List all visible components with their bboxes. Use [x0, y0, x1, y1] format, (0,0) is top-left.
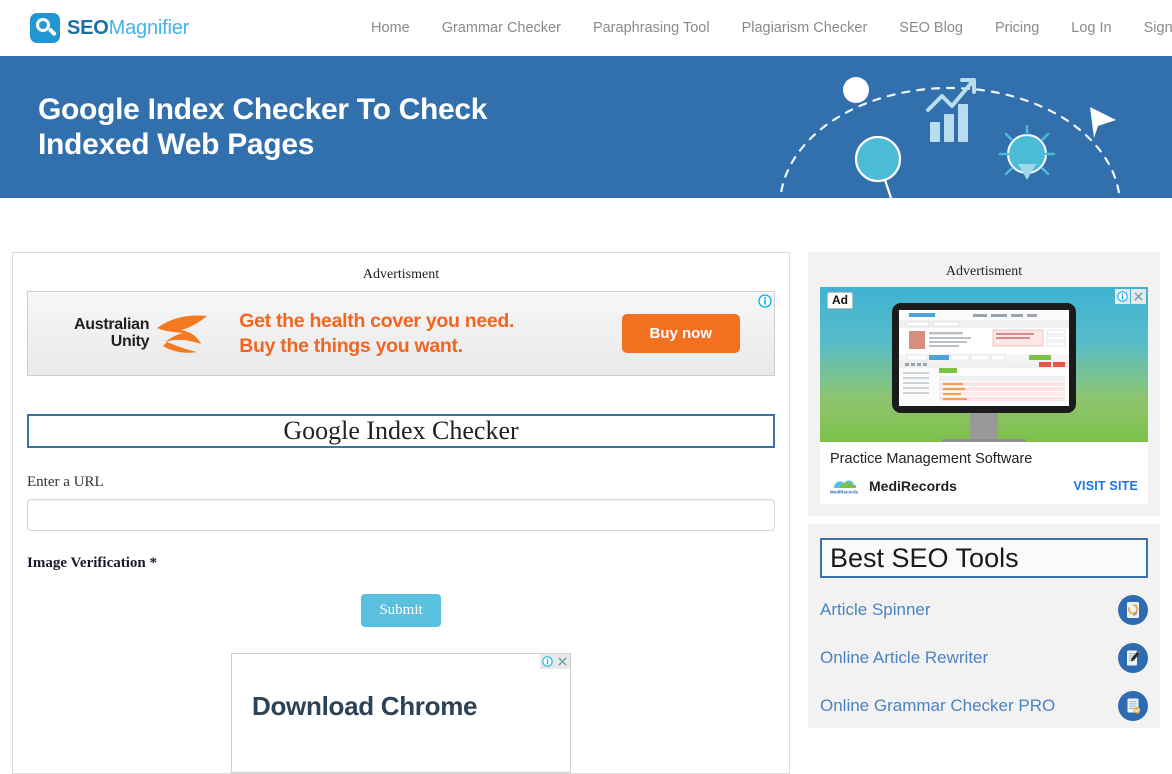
medirecords-logo-icon: MediRecords [830, 477, 862, 495]
ad-headline-line-2: Buy the things you want. [239, 334, 463, 357]
tool-title: Google Index Checker [283, 416, 519, 445]
tool-title-box: Google Index Checker [27, 414, 775, 448]
hero-lightbulb-icon [998, 124, 1056, 180]
nav-item-pricing[interactable]: Pricing [979, 20, 1055, 36]
ad-headline: Get the health cover you need. Buy the t… [239, 309, 514, 358]
hero-balloon-icon [854, 135, 902, 198]
sidebar-advertisement[interactable]: Ad Practice Management Software MediReco… [820, 287, 1148, 504]
sidebar-advertisement-label: Advertisment [945, 264, 1023, 279]
list-item[interactable]: Article Spinner [820, 594, 1148, 626]
article-spinner-icon [1118, 595, 1148, 626]
ad-headline-line-1: Get the health cover you need. [239, 310, 515, 333]
page-body: Advertisment Australian Unity Get the he… [0, 252, 1172, 774]
au-brand-line-2: Unity [110, 332, 150, 350]
hero-decoration [779, 77, 1121, 198]
banner-advertisement[interactable]: Australian Unity Get the health cover yo… [27, 291, 775, 376]
tool-link-online-article-rewriter[interactable]: Online Article Rewriter [820, 648, 1118, 668]
close-icon[interactable] [555, 654, 570, 669]
ad-tag: Ad [827, 292, 853, 309]
hero-circle-icon [843, 77, 869, 103]
chrome-ad-title: Download Chrome [252, 691, 478, 721]
tool-link-article-spinner[interactable]: Article Spinner [820, 600, 1118, 620]
nav-item-log-in[interactable]: Log In [1055, 20, 1127, 36]
adchoices-info-icon[interactable] [1115, 289, 1130, 304]
best-seo-tools-title-box: Best SEO Tools [820, 538, 1148, 579]
chrome-ad-controls [540, 654, 570, 669]
sidebar-ad-headline: Practice Management Software [830, 451, 1033, 467]
chrome-extension-advertisement[interactable]: Download Chrome [231, 653, 571, 773]
list-item[interactable]: Online Article Rewriter [820, 642, 1148, 674]
sidebar-ad-controls [1115, 289, 1146, 304]
sidebar-ad-footer: MediRecords MediRecords VISIT SITE [820, 471, 1148, 504]
page-title-line-2: Indexed Web Pages [38, 128, 315, 162]
hero-cursor-icon [1090, 107, 1116, 138]
sidebar-ad-brand: MediRecords [869, 477, 957, 494]
url-field-label: Enter a URL [27, 474, 104, 490]
nav-item-plagiarism-checker[interactable]: Plagiarism Checker [726, 20, 884, 36]
list-item[interactable]: Online Grammar Checker PRO [820, 690, 1148, 722]
sidebar-ad-card: Advertisment Ad Practice Management Soft… [808, 252, 1160, 516]
logo-text: SEOMagnifier [67, 17, 189, 40]
main-navigation: Home Grammar Checker Paraphrasing Tool P… [355, 0, 1172, 56]
nav-item-paraphrasing-tool[interactable]: Paraphrasing Tool [577, 20, 726, 36]
svg-text:MediRecords: MediRecords [830, 490, 859, 495]
adchoices-info-icon[interactable] [540, 654, 555, 669]
sidebar: Advertisment Ad Practice Management Soft… [808, 252, 1160, 729]
australian-unity-logo: Australian Unity [74, 312, 211, 356]
close-icon[interactable] [1131, 289, 1146, 304]
magnifier-logo-icon [30, 13, 60, 43]
buy-now-button[interactable]: Buy now [621, 314, 740, 353]
url-input[interactable] [27, 499, 775, 531]
nav-item-home[interactable]: Home [355, 20, 426, 36]
nav-item-grammar-checker[interactable]: Grammar Checker [426, 20, 577, 36]
tool-link-online-grammar-checker-pro[interactable]: Online Grammar Checker PRO [820, 696, 1118, 716]
visit-site-link[interactable]: VISIT SITE [1073, 479, 1138, 493]
best-seo-tools-title: Best SEO Tools [830, 543, 1019, 573]
adchoices-info-icon[interactable] [758, 294, 772, 308]
site-logo[interactable]: SEOMagnifier [30, 13, 189, 43]
sidebar-ad-image: Ad [820, 287, 1148, 442]
nav-item-sign-up[interactable]: Sign Up [1128, 20, 1172, 36]
submit-row: Submit [13, 594, 789, 627]
submit-button[interactable]: Submit [361, 594, 441, 627]
article-rewriter-icon [1118, 643, 1148, 674]
main-content-card: Advertisment Australian Unity Get the he… [12, 252, 790, 774]
nav-item-seo-blog[interactable]: SEO Blog [883, 20, 979, 36]
page-title-line-1: Google Index Checker To Check [38, 93, 488, 126]
monitor-illustration [892, 303, 1076, 442]
grammar-checker-icon [1118, 691, 1148, 722]
bird-icon [157, 315, 208, 353]
image-verification-label: Image Verification * [27, 555, 157, 571]
logo-text-magnifier: Magnifier [108, 16, 190, 39]
advertisement-label: Advertisment [362, 267, 440, 282]
au-brand-line-1: Australian [74, 315, 150, 333]
page-title: Google Index Checker To Check Indexed We… [38, 92, 488, 163]
site-header: SEOMagnifier Home Grammar Checker Paraph… [0, 0, 1172, 56]
best-seo-tools-card: Best SEO Tools Article Spinner Online Ar… [808, 524, 1160, 729]
hero-banner: Google Index Checker To Check Indexed We… [0, 56, 1172, 198]
logo-text-seo: SEO [67, 16, 109, 39]
